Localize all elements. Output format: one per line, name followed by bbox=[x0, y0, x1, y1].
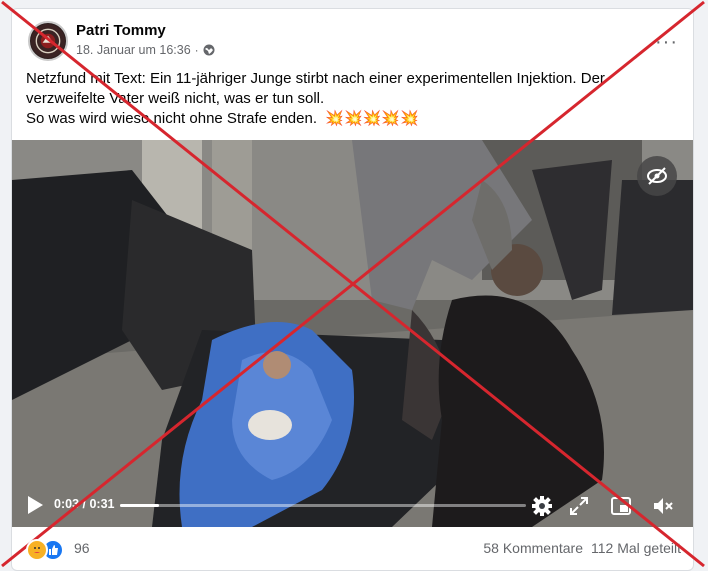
care-reaction-icon bbox=[26, 539, 48, 561]
post-header: Patri Tommy 18. Januar um 16:36 · ··· bbox=[28, 21, 678, 61]
volume-muted-icon[interactable] bbox=[652, 495, 674, 517]
reactions[interactable] bbox=[26, 539, 64, 561]
reaction-count[interactable]: 96 bbox=[74, 540, 90, 556]
fullscreen-icon[interactable] bbox=[568, 495, 590, 517]
video-frame bbox=[12, 140, 693, 527]
picture-in-picture-icon[interactable] bbox=[610, 495, 632, 517]
video-time: 0:03 / 0:31 bbox=[54, 497, 114, 511]
video-progress-fill bbox=[120, 504, 160, 507]
post-text-line-3: So was wird wieso nicht ohne Strafe ende… bbox=[26, 109, 681, 129]
video-player[interactable]: 0:03 / 0:31 bbox=[12, 140, 693, 527]
hide-video-button[interactable] bbox=[637, 156, 677, 196]
shares-count[interactable]: 112 Mal geteilt bbox=[591, 540, 681, 556]
author-avatar[interactable] bbox=[28, 21, 68, 61]
post-footer: 96 58 Kommentare 112 Mal geteilt bbox=[26, 537, 681, 561]
globe-icon bbox=[203, 44, 215, 56]
author-name[interactable]: Patri Tommy bbox=[76, 22, 166, 39]
time-current: 0:03 bbox=[54, 497, 80, 511]
post-date[interactable]: 18. Januar um 16:36 bbox=[76, 43, 191, 57]
eye-slash-icon bbox=[647, 167, 667, 185]
time-separator: / bbox=[79, 497, 90, 511]
settings-icon[interactable] bbox=[531, 495, 553, 517]
play-icon[interactable] bbox=[26, 495, 44, 515]
comments-count[interactable]: 58 Kommentare bbox=[483, 540, 583, 556]
facebook-post-card: Patri Tommy 18. Januar um 16:36 · ··· Ne… bbox=[11, 8, 694, 571]
post-text-line-2: verzweifelte Vater weiß nicht, was er tu… bbox=[26, 90, 325, 107]
video-progress-bar[interactable] bbox=[120, 504, 526, 507]
post-text-line-3-text: So was wird wieso nicht ohne Strafe ende… bbox=[26, 110, 317, 127]
post-text: Netzfund mit Text: Ein 11-jähriger Junge… bbox=[26, 69, 681, 129]
meta-separator: · bbox=[194, 43, 199, 57]
explosion-emojis: 💥💥💥💥💥 bbox=[325, 110, 419, 127]
video-controls: 0:03 / 0:31 bbox=[12, 483, 693, 527]
post-meta: 18. Januar um 16:36 · bbox=[76, 43, 215, 57]
more-options-button[interactable]: ··· bbox=[655, 31, 678, 54]
post-text-line-1: Netzfund mit Text: Ein 11-jähriger Junge… bbox=[26, 70, 605, 87]
time-total: 0:31 bbox=[89, 497, 115, 511]
post-stats: 58 Kommentare 112 Mal geteilt bbox=[483, 540, 681, 556]
